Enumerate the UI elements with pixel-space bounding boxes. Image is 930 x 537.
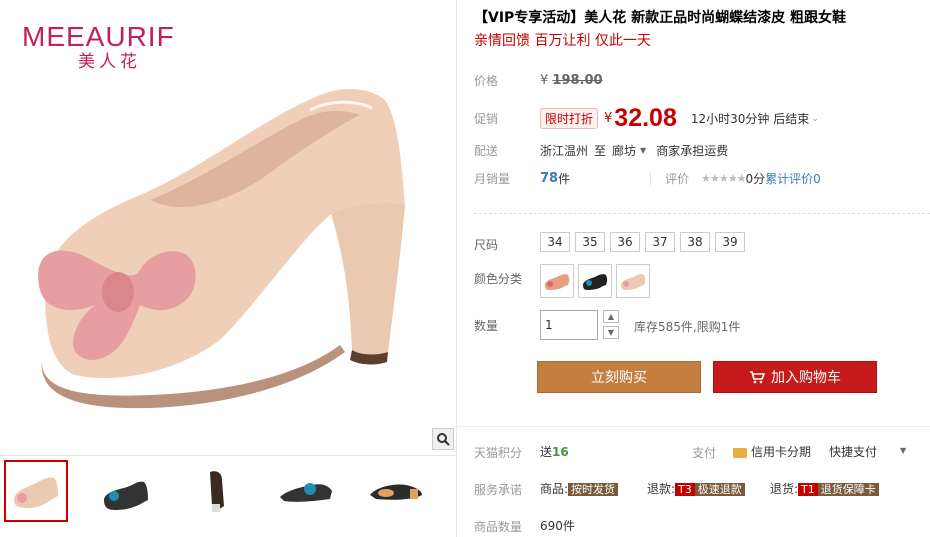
product-title: 【VIP专享活动】美人花 新款正品时尚蝴蝶结漆皮 粗跟女鞋 — [474, 10, 847, 26]
price-panel: 价格 ¥ 198.00 促销 限时打折 ¥ 32.08 12小时30分钟 后结束… — [474, 66, 930, 200]
payment-label: 支付 — [692, 446, 717, 460]
quick-pay[interactable]: 快捷支付 — [829, 443, 877, 460]
section-divider — [457, 426, 930, 427]
review-label: 评价 — [665, 172, 690, 186]
price-label: 价格 — [474, 74, 499, 88]
quantity-input[interactable] — [540, 310, 598, 340]
item-count-value: 690件 — [540, 519, 575, 533]
chevron-down-icon[interactable]: ▼ — [900, 446, 906, 455]
star-rating-icon: ★★★★★ — [701, 172, 746, 185]
quantity-increase-icon[interactable]: ▲ — [603, 310, 619, 323]
chevron-down-icon[interactable]: ⌄ — [811, 114, 819, 124]
cart-icon — [750, 371, 765, 384]
size-option[interactable]: 38 — [680, 232, 710, 252]
size-options: 34 35 36 37 38 39 — [540, 232, 745, 252]
review-score-unit: 分 — [753, 172, 766, 186]
credit-card-icon — [733, 447, 747, 458]
ship-destination[interactable]: 廊坊 — [612, 142, 636, 159]
shipping-row: 配送 浙江温州 至 廊坊 ▼ 商家承担运费 — [474, 142, 728, 159]
brand-name-en: MEEAURIF — [22, 21, 175, 52]
zoom-icon[interactable] — [432, 428, 454, 450]
chevron-down-icon[interactable]: ▼ — [640, 146, 646, 155]
size-option[interactable]: 37 — [645, 232, 675, 252]
service-return: 退货: T1 退货保障卡 — [770, 480, 879, 497]
color-option-pink[interactable] — [540, 264, 574, 298]
points-number: 16 — [552, 445, 569, 459]
monthly-sales-unit: 件 — [558, 172, 571, 186]
main-product-image[interactable]: MEEAURIF 美人花 — [0, 0, 456, 455]
quantity-decrease-icon[interactable]: ▼ — [603, 326, 619, 339]
product-gallery: MEEAURIF 美人花 — [0, 0, 456, 537]
size-option[interactable]: 36 — [610, 232, 640, 252]
thumbnail-5[interactable] — [364, 460, 428, 522]
product-subtitle: 亲情回馈 百万让利 仅此一天 — [474, 33, 651, 49]
quantity-label: 数量 — [474, 319, 499, 333]
on-time-shipping-badge[interactable]: 按时发货 — [568, 483, 619, 496]
color-label: 颜色分类 — [474, 272, 523, 286]
buy-now-button[interactable]: 立刻购买 — [537, 361, 701, 393]
stock-text: 库存585件,限购1件 — [634, 320, 741, 334]
size-option[interactable]: 34 — [540, 232, 570, 252]
monthly-sales-count: 78 — [540, 171, 559, 186]
credit-installment-label: 信用卡分期 — [751, 445, 812, 459]
service-goods-label: 商品: — [540, 482, 569, 496]
size-option[interactable]: 35 — [575, 232, 605, 252]
fast-refund-badge[interactable]: 极速退款 — [694, 483, 745, 496]
brand-logo: MEEAURIF 美人花 — [22, 21, 175, 73]
thumbnail-4[interactable] — [274, 460, 338, 522]
size-label: 尺码 — [474, 238, 499, 252]
size-option[interactable]: 39 — [715, 232, 745, 252]
dashed-divider — [474, 213, 930, 214]
service-return-label: 退货: — [770, 482, 799, 496]
item-count-label: 商品数量 — [474, 520, 523, 534]
promo-label: 促销 — [474, 112, 499, 126]
gallery-divider — [0, 455, 456, 456]
thumbnail-3[interactable] — [184, 460, 248, 522]
flash-sale-badge: 限时打折 — [540, 108, 599, 129]
return-guarantee-badge[interactable]: 退货保障卡 — [817, 483, 879, 496]
thumbnail-2[interactable] — [94, 460, 158, 522]
monthly-sales-label: 月销量 — [474, 172, 511, 186]
countdown-text: 12小时30分钟 后结束 — [690, 112, 810, 126]
original-price: ¥ 198.00 — [540, 73, 603, 88]
ship-to-word: 至 — [594, 144, 607, 158]
return-code-badge: T1 — [798, 483, 818, 496]
shipping-label: 配送 — [474, 144, 499, 158]
thumbnail-strip — [4, 460, 454, 522]
promo-row: 促销 限时打折 ¥ 32.08 12小时30分钟 后结束 ⌄ — [474, 104, 819, 133]
service-refund: 退款: T3 极速退款 — [647, 480, 745, 497]
points-prefix: 送 — [540, 445, 553, 459]
review-score: 0 — [745, 171, 754, 186]
monthly-sales-row: 月销量 78 件 评价 ★★★★★ 0 分 累计评价 0 — [474, 170, 821, 187]
cumulative-review-link[interactable]: 累计评价 — [765, 170, 813, 187]
tmall-points-value: 送16 — [540, 443, 569, 460]
original-price-value: 198.00 — [552, 73, 603, 88]
currency-symbol: ¥ — [604, 111, 613, 126]
color-option-blue[interactable] — [578, 264, 612, 298]
currency-symbol: ¥ — [540, 73, 549, 88]
credit-installment[interactable]: 信用卡分期 — [733, 443, 811, 460]
shipping-fee: 商家承担运费 — [656, 144, 729, 158]
service-label: 服务承诺 — [474, 483, 523, 497]
price-row: 价格 ¥ 198.00 — [474, 72, 603, 89]
ship-from: 浙江温州 — [540, 144, 589, 158]
color-options — [540, 264, 650, 298]
quick-pay-label: 快捷支付 — [829, 445, 878, 459]
tmall-points-label: 天猫积分 — [474, 446, 523, 460]
brand-name-cn: 美人花 — [78, 52, 141, 72]
buy-now-label: 立刻购买 — [591, 370, 647, 386]
add-to-cart-label: 加入购物车 — [771, 370, 841, 386]
add-to-cart-button[interactable]: 加入购物车 — [713, 361, 877, 393]
service-goods: 商品: 按时发货 — [540, 480, 619, 497]
cumulative-review-count[interactable]: 0 — [813, 172, 821, 186]
sale-price: 32.08 — [614, 104, 677, 132]
divider — [650, 171, 652, 186]
color-option-beige[interactable] — [616, 264, 650, 298]
service-refund-label: 退款: — [647, 482, 676, 496]
thumbnail-1[interactable] — [4, 460, 68, 522]
panel-divider — [456, 0, 457, 537]
refund-code-badge: T3 — [675, 483, 695, 496]
product-info: 【VIP专享活动】美人花 新款正品时尚蝴蝶结漆皮 粗跟女鞋 亲情回馈 百万让利 … — [474, 8, 930, 51]
